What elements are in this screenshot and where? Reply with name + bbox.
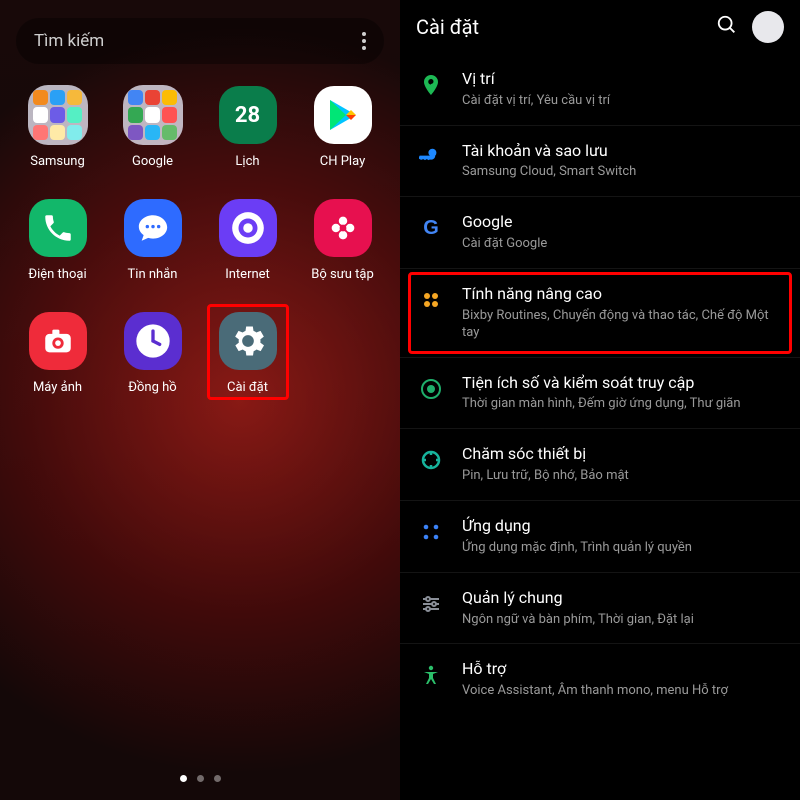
app-internet[interactable]: Internet: [200, 197, 295, 282]
app-ch-play[interactable]: CH Play: [295, 84, 390, 169]
app-icon: [27, 197, 89, 259]
setting-text: Quản lý chung Ngôn ngữ và bàn phím, Thời …: [462, 588, 694, 629]
page-indicator[interactable]: [0, 775, 400, 782]
setting-text: Google Cài đặt Google: [462, 212, 547, 253]
setting-title: Hỗ trợ: [462, 659, 728, 680]
setting-subtitle: Pin, Lưu trữ, Bộ nhớ, Bảo mật: [462, 468, 629, 485]
app-icon: [122, 310, 184, 372]
setting-text: Hỗ trợ Voice Assistant, Âm thanh mono, me…: [462, 659, 728, 700]
setting-item-advanced[interactable]: Tính năng nâng cao Bixby Routines, Chuyển…: [400, 268, 800, 357]
app-máy-ảnh[interactable]: Máy ảnh: [10, 310, 105, 395]
app-grid: Samsung Google 28 Lịch CH Play Điện thoại Tin …: [0, 74, 400, 395]
setting-subtitle: Ứng dụng mặc định, Trình quản lý quyền: [462, 540, 692, 557]
app-label: Máy ảnh: [33, 380, 82, 395]
app-label: CH Play: [320, 154, 365, 169]
advanced-icon: [418, 287, 444, 313]
devicecare-icon: [418, 447, 444, 473]
setting-title: Vị trí: [462, 69, 610, 90]
app-cài-đặt[interactable]: Cài đặt: [200, 310, 295, 395]
setting-title: Quản lý chung: [462, 588, 694, 609]
setting-text: Tính năng nâng cao Bixby Routines, Chuyển…: [462, 284, 782, 342]
search-icon[interactable]: [716, 14, 738, 41]
settings-header: Cài đặt: [400, 0, 800, 54]
setting-title: Chăm sóc thiết bị: [462, 444, 629, 465]
app-label: Đồng hồ: [128, 380, 176, 395]
setting-text: Tiện ích số và kiểm soát truy cập Thời gi…: [462, 373, 741, 414]
setting-title: Tiện ích số và kiểm soát truy cập: [462, 373, 741, 394]
profile-avatar[interactable]: [752, 11, 784, 43]
setting-text: Ứng dụng Ứng dụng mặc định, Trình quản lý…: [462, 516, 692, 557]
app-icon: [122, 197, 184, 259]
app-icon: [27, 84, 89, 146]
page-dot[interactable]: [214, 775, 221, 782]
accessibility-icon: [418, 662, 444, 688]
app-samsung[interactable]: Samsung: [10, 84, 105, 169]
setting-subtitle: Cài đặt vị trí, Yêu cầu vị trí: [462, 93, 610, 110]
page-dot[interactable]: [197, 775, 204, 782]
setting-title: Google: [462, 212, 547, 233]
setting-text: Chăm sóc thiết bị Pin, Lưu trữ, Bộ nhớ, B…: [462, 444, 629, 485]
settings-list: Vị trí Cài đặt vị trí, Yêu cầu vị trí Tài …: [400, 54, 800, 800]
app-bộ-sưu-tập[interactable]: Bộ sưu tập: [295, 197, 390, 282]
setting-subtitle: Ngôn ngữ và bàn phím, Thời gian, Đặt lại: [462, 612, 694, 629]
app-label: Tin nhắn: [128, 267, 178, 282]
search-placeholder: Tìm kiếm: [34, 31, 104, 51]
settings-title: Cài đặt: [416, 15, 702, 39]
app-label: Điện thoại: [28, 267, 86, 282]
setting-subtitle: Voice Assistant, Âm thanh mono, menu Hỗ …: [462, 683, 728, 700]
setting-item-apps[interactable]: Ứng dụng Ứng dụng mặc định, Trình quản lý…: [400, 500, 800, 572]
setting-item-google[interactable]: G Google Cài đặt Google: [400, 196, 800, 268]
app-icon: [312, 197, 374, 259]
setting-subtitle: Thời gian màn hình, Đếm giờ ứng dụng, Th…: [462, 396, 741, 413]
app-label: Internet: [225, 267, 270, 282]
setting-text: Tài khoản và sao lưu Samsung Cloud, Smart…: [462, 141, 636, 182]
google-icon: G: [418, 215, 444, 241]
setting-item-devicecare[interactable]: Chăm sóc thiết bị Pin, Lưu trữ, Bộ nhớ, B…: [400, 428, 800, 500]
setting-item-accessibility[interactable]: Hỗ trợ Voice Assistant, Âm thanh mono, me…: [400, 643, 800, 715]
app-icon: [122, 84, 184, 146]
app-lịch[interactable]: 28 Lịch: [200, 84, 295, 169]
location-icon: [418, 72, 444, 98]
app-label: Google: [132, 154, 173, 169]
setting-title: Ứng dụng: [462, 516, 692, 537]
setting-item-general[interactable]: Quản lý chung Ngôn ngữ và bàn phím, Thời …: [400, 572, 800, 644]
key-icon: [418, 144, 444, 170]
app-label: Bộ sưu tập: [311, 267, 374, 282]
app-đồng-hồ[interactable]: Đồng hồ: [105, 310, 200, 395]
app-tin-nhắn[interactable]: Tin nhắn: [105, 197, 200, 282]
app-drawer-screen: Tìm kiếm Samsung Google 28 Lịch CH Play Điện …: [0, 0, 400, 800]
app-icon: [27, 310, 89, 372]
more-options-icon[interactable]: [362, 32, 366, 50]
app-label: Cài đặt: [227, 380, 268, 395]
settings-screen: Cài đặt Vị trí Cài đặt vị trí, Yêu cầu vị…: [400, 0, 800, 800]
app-icon: [312, 84, 374, 146]
app-icon: [217, 197, 279, 259]
app-icon: [217, 310, 279, 372]
setting-item-key[interactable]: Tài khoản và sao lưu Samsung Cloud, Smart…: [400, 125, 800, 197]
setting-title: Tính năng nâng cao: [462, 284, 782, 305]
app-label: Lịch: [235, 154, 259, 169]
general-icon: [418, 591, 444, 617]
app-google[interactable]: Google: [105, 84, 200, 169]
setting-subtitle: Bixby Routines, Chuyển động và thao tác,…: [462, 308, 782, 342]
setting-title: Tài khoản và sao lưu: [462, 141, 636, 162]
setting-text: Vị trí Cài đặt vị trí, Yêu cầu vị trí: [462, 69, 610, 110]
setting-item-location[interactable]: Vị trí Cài đặt vị trí, Yêu cầu vị trí: [400, 54, 800, 125]
setting-subtitle: Samsung Cloud, Smart Switch: [462, 164, 636, 181]
app-label: Samsung: [30, 154, 85, 169]
search-bar[interactable]: Tìm kiếm: [16, 18, 384, 64]
page-dot[interactable]: [180, 775, 187, 782]
app-điện-thoại[interactable]: Điện thoại: [10, 197, 105, 282]
setting-subtitle: Cài đặt Google: [462, 236, 547, 253]
apps-icon: [418, 519, 444, 545]
setting-item-wellbeing[interactable]: Tiện ích số và kiểm soát truy cập Thời gi…: [400, 357, 800, 429]
app-icon: 28: [217, 84, 279, 146]
wellbeing-icon: [418, 376, 444, 402]
